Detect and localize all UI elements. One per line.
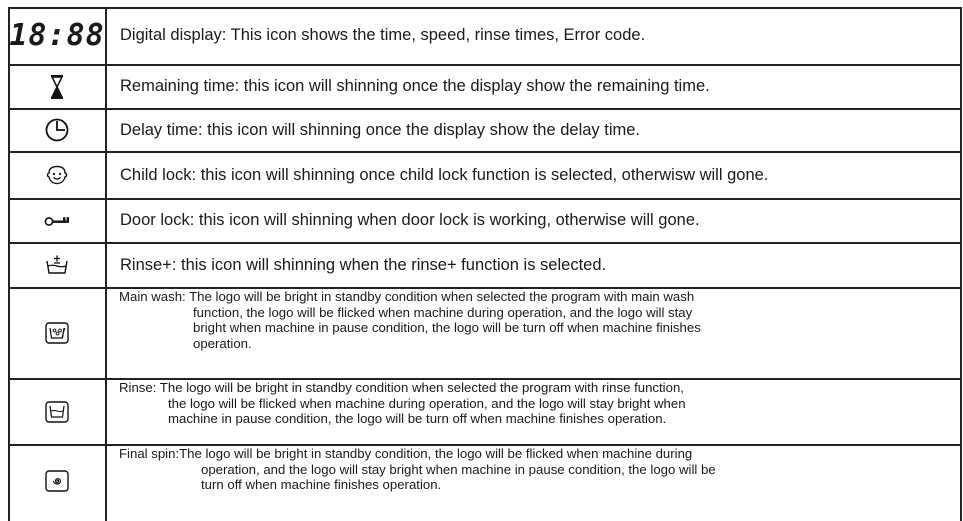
icon-cell bbox=[8, 152, 106, 198]
rinse-plus-icon bbox=[46, 255, 68, 274]
table-row-rinse: Rinse: The logo will be bright in standb… bbox=[8, 379, 962, 444]
row-description: Door lock: this icon will shinning when … bbox=[120, 211, 700, 229]
clock-icon bbox=[45, 118, 69, 142]
table-row-delay-time: Delay time: this icon will shinning once… bbox=[8, 109, 962, 151]
description-line: Final spin:The logo will be bright in st… bbox=[119, 446, 693, 461]
icon-description-table: 18:88 Digital display: This icon shows t… bbox=[8, 7, 962, 521]
row-description: Final spin:The logo will be bright in st… bbox=[106, 445, 962, 521]
main-wash-icon bbox=[45, 322, 69, 344]
table-row-remaining-time: Remaining time: this icon will shinning … bbox=[8, 65, 962, 108]
description-line: operation, and the logo will stay bright… bbox=[201, 461, 716, 477]
table-row-child-lock: Child lock: this icon will shinning once… bbox=[8, 152, 962, 198]
table-row-main-wash: Main wash: The logo will be bright in st… bbox=[8, 288, 962, 378]
key-icon bbox=[44, 216, 69, 226]
icon-cell bbox=[8, 199, 106, 242]
row-description: Rinse+: this icon will shinning when the… bbox=[120, 255, 607, 274]
description-line: turn off when machine finishes operation… bbox=[201, 477, 442, 493]
description-line: the logo will be flicked when machine du… bbox=[168, 395, 686, 411]
row-description: Child lock: this icon will shinning once… bbox=[120, 165, 769, 184]
hourglass-icon bbox=[50, 74, 64, 99]
row-description: Remaining time: this icon will shinning … bbox=[120, 77, 710, 95]
digital-display-icon: 18:88 bbox=[9, 18, 105, 53]
description-line: operation. bbox=[193, 335, 252, 351]
row-description: Delay time: this icon will shinning once… bbox=[120, 120, 641, 139]
icon-cell bbox=[8, 109, 106, 151]
table-row-rinse-plus: Rinse+: this icon will shinning when the… bbox=[8, 243, 962, 287]
row-description: Rinse: The logo will be bright in standb… bbox=[106, 379, 962, 444]
icon-cell bbox=[8, 379, 106, 444]
description-line: machine in pause condition, the logo wil… bbox=[168, 411, 667, 427]
description-line: Main wash: The logo will be bright in st… bbox=[119, 289, 695, 304]
icon-cell bbox=[8, 288, 106, 378]
icon-cell bbox=[8, 243, 106, 287]
table-row-digital-display: 18:88 Digital display: This icon shows t… bbox=[8, 7, 962, 64]
table-row-final-spin: Final spin:The logo will be bright in st… bbox=[8, 445, 962, 521]
icon-cell: 18:88 bbox=[8, 7, 106, 64]
description-line: Rinse: The logo will be bright in standb… bbox=[119, 380, 684, 395]
description-line: bright when machine in pause condition, … bbox=[193, 320, 701, 336]
child-face-icon bbox=[46, 165, 68, 185]
description-line: function, the logo will be flicked when … bbox=[193, 304, 693, 320]
icon-cell bbox=[8, 65, 106, 108]
row-description: Digital display: This icon shows the tim… bbox=[120, 26, 646, 44]
icon-cell bbox=[8, 445, 106, 521]
table-row-door-lock: Door lock: this icon will shinning when … bbox=[8, 199, 962, 242]
row-description: Main wash: The logo will be bright in st… bbox=[106, 288, 962, 378]
rinse-icon bbox=[45, 400, 69, 423]
final-spin-icon bbox=[45, 470, 69, 492]
